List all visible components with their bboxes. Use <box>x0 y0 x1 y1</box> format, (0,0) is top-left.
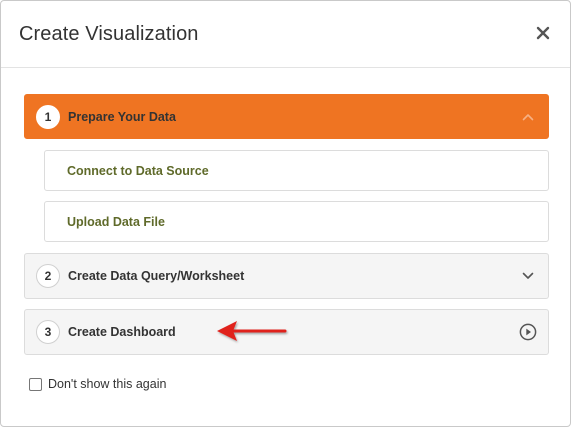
step-label: Prepare Your Data <box>68 109 176 124</box>
substep-label: Upload Data File <box>67 214 165 229</box>
dialog-header: Create Visualization <box>1 1 570 68</box>
create-visualization-dialog: Create Visualization 1 Prepare Your Data… <box>0 0 571 427</box>
step-prepare-data[interactable]: 1 Prepare Your Data <box>24 94 549 139</box>
close-icon <box>536 26 550 40</box>
step-number-badge: 2 <box>36 264 60 288</box>
red-arrow-icon <box>217 321 287 341</box>
checkbox-box[interactable] <box>29 377 42 391</box>
checkbox-label: Don't show this again <box>48 377 167 391</box>
play-circle-icon[interactable] <box>518 322 538 342</box>
chevron-up-icon[interactable] <box>518 107 538 127</box>
dialog-title: Create Visualization <box>19 23 199 45</box>
substep-upload-data-file[interactable]: Upload Data File <box>44 201 549 242</box>
step-label: Create Data Query/Worksheet <box>68 269 245 283</box>
step-label: Create Dashboard <box>68 325 176 339</box>
chevron-down-icon[interactable] <box>518 266 538 286</box>
step-create-data-query[interactable]: 2 Create Data Query/Worksheet <box>24 253 549 299</box>
dont-show-again-checkbox[interactable]: Don't show this again <box>29 377 166 391</box>
step-number-badge: 3 <box>36 320 60 344</box>
substep-label: Connect to Data Source <box>67 163 209 178</box>
substep-connect-data-source[interactable]: Connect to Data Source <box>44 150 549 191</box>
step-number-badge: 1 <box>36 104 60 129</box>
close-button[interactable] <box>534 24 552 42</box>
